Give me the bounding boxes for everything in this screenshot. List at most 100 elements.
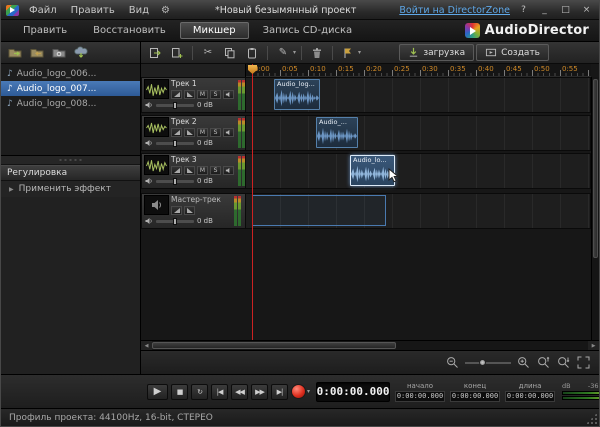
horizontal-scrollbar[interactable]: ◀ ▶ [141, 340, 599, 351]
solo-button[interactable]: S [210, 165, 221, 175]
vertical-zoom-in-icon[interactable] [556, 355, 571, 370]
time-ruler[interactable]: 0:00 0:05 0:10 0:15 0:20 0:25 0:30 0:35 … [246, 64, 591, 77]
ruler-label: 0:35 [450, 65, 466, 73]
file-item[interactable]: ♪ Audio_logo_008... [1, 96, 140, 111]
library-folder-icon[interactable] [49, 44, 69, 61]
export-media-icon[interactable] [27, 44, 47, 61]
zoom-out-icon[interactable] [445, 355, 460, 370]
draw-tool-icon[interactable]: ✎ [273, 44, 293, 61]
start-time-field[interactable]: 0:00:00.000 [395, 390, 446, 402]
library-toolbar [1, 42, 140, 64]
create-button[interactable]: Создать [476, 44, 549, 61]
master-volume-db-label: 0 dB [197, 217, 213, 225]
fade-in-button[interactable] [171, 165, 182, 175]
vertical-scrollbar[interactable] [591, 77, 599, 340]
adjustment-section-header[interactable]: Регулировка [1, 165, 140, 181]
fade-out-button[interactable] [184, 127, 195, 137]
copy-icon[interactable] [220, 44, 240, 61]
track-3-header: Трек 3 M S 0 dB [141, 153, 246, 189]
audio-clip[interactable]: Audio_... [316, 117, 358, 148]
fit-to-window-icon[interactable] [576, 355, 591, 370]
horizontal-scrollbar-thumb[interactable] [152, 342, 397, 349]
fast-forward-button[interactable]: ▶▶ [251, 383, 268, 400]
tab-edit[interactable]: Править [11, 23, 79, 38]
close-button[interactable]: × [579, 5, 594, 15]
timeline-area: 0:00 0:05 0:10 0:15 0:20 0:25 0:30 0:35 … [141, 64, 599, 340]
resize-grip[interactable] [586, 413, 597, 424]
minimize-button[interactable]: _ [537, 5, 552, 15]
volume-slider[interactable] [156, 101, 194, 109]
master-track-lane[interactable] [246, 193, 591, 229]
zoom-slider[interactable] [465, 358, 511, 366]
mute-button[interactable]: M [197, 127, 208, 137]
marker-icon[interactable] [338, 44, 358, 61]
previous-button[interactable]: |◀ [211, 383, 228, 400]
record-dropdown-icon[interactable]: ▾ [307, 388, 310, 395]
timecode-display: 0:00:00.000 [316, 381, 391, 402]
fade-out-button[interactable] [184, 89, 195, 99]
speaker-button[interactable] [223, 165, 234, 175]
play-button[interactable]: ▶ [147, 383, 168, 400]
settings-gear-icon[interactable]: ⚙ [159, 5, 172, 16]
cloud-download-icon[interactable] [71, 44, 91, 61]
solo-button[interactable]: S [210, 89, 221, 99]
apply-effect-item[interactable]: ▶ Применить эффект [1, 181, 140, 197]
rewind-button[interactable]: ◀◀ [231, 383, 248, 400]
fade-in-button[interactable] [171, 89, 182, 99]
speaker-button[interactable] [223, 127, 234, 137]
delete-icon[interactable] [307, 44, 327, 61]
import-audio-icon[interactable] [145, 44, 165, 61]
track-name: Трек 1 [171, 79, 197, 88]
playhead-line[interactable] [252, 64, 253, 340]
zoom-in-icon[interactable] [516, 355, 531, 370]
scroll-left-arrow-icon[interactable]: ◀ [141, 341, 152, 350]
track-3-lane[interactable]: Audio_lo... [246, 153, 591, 189]
content-area: ♪ Audio_logo_006... ♪ Audio_logo_007... … [1, 42, 599, 374]
add-track-icon[interactable] [167, 44, 187, 61]
file-item-selected[interactable]: ♪ Audio_logo_007... [1, 81, 140, 96]
track-2-lane[interactable]: Audio_... [246, 115, 591, 151]
menu-file[interactable]: Файл [25, 5, 61, 16]
waveform-thumbnail-icon [144, 155, 169, 175]
volume-slider[interactable] [156, 139, 194, 147]
scroll-right-arrow-icon[interactable]: ▶ [588, 341, 599, 350]
mute-button[interactable]: M [197, 165, 208, 175]
file-item[interactable]: ♪ Audio_logo_006... [1, 66, 140, 81]
import-media-icon[interactable] [5, 44, 25, 61]
loop-button[interactable]: ↻ [191, 383, 208, 400]
solo-button[interactable]: S [210, 127, 221, 137]
fade-out-button[interactable] [184, 205, 195, 215]
volume-slider[interactable] [156, 177, 194, 185]
fade-in-button[interactable] [171, 205, 182, 215]
menu-edit[interactable]: Править [67, 5, 119, 16]
download-button[interactable]: загрузка [399, 44, 475, 61]
end-time-field[interactable]: 0:00:00.000 [450, 390, 501, 402]
volume-speaker-icon [145, 178, 152, 184]
audio-clip[interactable]: Audio_log... [274, 79, 320, 110]
draw-tool-dropdown-icon[interactable]: ▾ [293, 49, 296, 56]
stop-button[interactable]: ■ [171, 383, 188, 400]
tab-cd-burn[interactable]: Запись CD-диска [251, 23, 365, 38]
help-button[interactable]: ? [516, 5, 531, 15]
maximize-button[interactable]: □ [558, 5, 573, 15]
panel-splitter[interactable] [1, 156, 140, 165]
next-button[interactable]: ▶| [271, 383, 288, 400]
mute-button[interactable]: M [197, 89, 208, 99]
track-1-lane[interactable]: Audio_log... [246, 77, 591, 113]
tab-mixer[interactable]: Микшер [179, 22, 249, 39]
vertical-scrollbar-thumb[interactable] [593, 79, 598, 258]
length-time-field[interactable]: 0:00:00.000 [505, 390, 556, 402]
selection-region[interactable] [252, 195, 386, 226]
record-button[interactable] [291, 384, 306, 399]
tab-restore[interactable]: Восстановить [81, 23, 178, 38]
directorzone-link[interactable]: Войти на DirectorZone [399, 5, 510, 16]
marker-dropdown-icon[interactable]: ▾ [358, 49, 361, 56]
master-volume-slider[interactable] [156, 217, 194, 225]
menu-view[interactable]: Вид [125, 5, 153, 16]
speaker-button[interactable] [223, 89, 234, 99]
fade-out-button[interactable] [184, 165, 195, 175]
vertical-zoom-out-icon[interactable] [536, 355, 551, 370]
fade-in-button[interactable] [171, 127, 182, 137]
cut-icon[interactable]: ✂ [198, 44, 218, 61]
paste-icon[interactable] [242, 44, 262, 61]
